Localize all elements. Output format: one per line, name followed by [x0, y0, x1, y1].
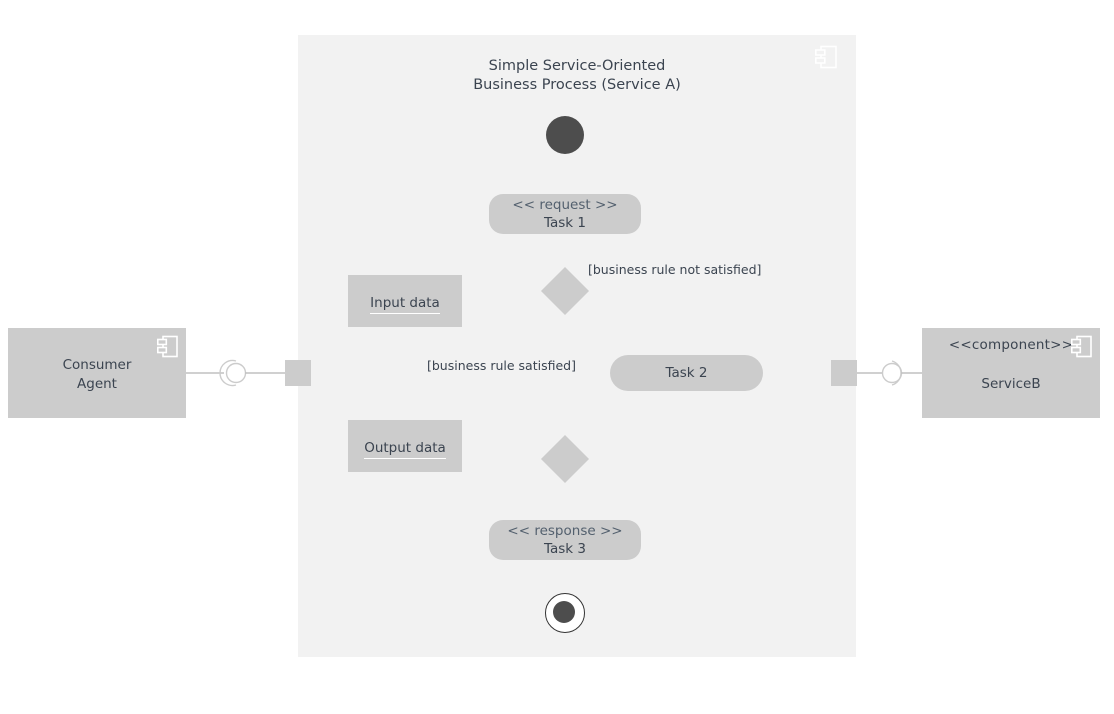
activity-final-inner [553, 601, 575, 623]
diagram-canvas: Simple Service-Oriented Business Process… [0, 0, 1114, 714]
action-label: Task 2 [665, 365, 708, 381]
guard-label-not-satisfied: [business rule not satisfied] [588, 262, 762, 277]
activity-final-node[interactable] [545, 593, 585, 633]
port-left[interactable] [285, 360, 311, 386]
object-node-output-data[interactable]: Output data [348, 420, 462, 472]
object-label: Output data [364, 440, 446, 459]
port-right[interactable] [831, 360, 857, 386]
right-socket-arc [891, 360, 902, 386]
action-task-2[interactable]: Task 2 [610, 355, 763, 391]
left-ball-icon [225, 362, 247, 384]
action-task-3[interactable]: << response >> Task 3 [489, 520, 641, 560]
action-stereotype: << request >> [512, 197, 618, 213]
right-ball-icon [881, 362, 903, 384]
component-name: Consumer Agent [62, 357, 132, 392]
left-socket-arc [219, 359, 237, 387]
action-label: Task 1 [543, 215, 587, 231]
component-icon [815, 45, 837, 69]
component-serviceb[interactable]: <<component>> ServiceB [922, 328, 1100, 418]
component-consumer-agent[interactable]: Consumer Agent [8, 328, 186, 418]
action-label: Task 3 [543, 541, 587, 557]
page-title: Simple Service-Oriented Business Process… [473, 58, 681, 93]
component-name: ServiceB [981, 376, 1041, 392]
initial-node[interactable] [546, 116, 584, 154]
object-label: Input data [370, 295, 440, 314]
component-icon [1071, 335, 1092, 358]
action-task-1[interactable]: << request >> Task 1 [489, 194, 641, 234]
object-node-input-data[interactable]: Input data [348, 275, 462, 327]
component-icon [157, 335, 178, 358]
action-stereotype: << response >> [507, 523, 623, 539]
guard-label-satisfied: [business rule satisfied] [427, 358, 576, 373]
